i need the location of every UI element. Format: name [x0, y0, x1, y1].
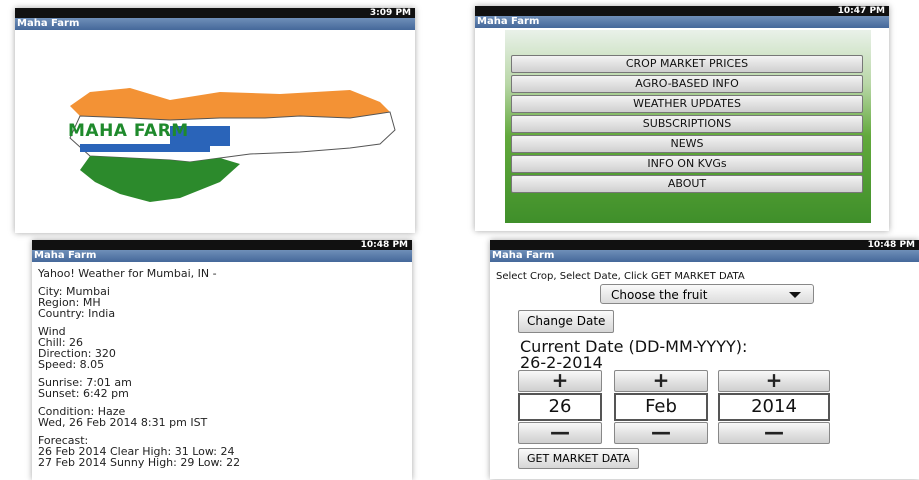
weather-screen: 10:48 PM Maha Farm Yahoo! Weather for Mu… [32, 240, 412, 480]
maharashtra-map-icon [69, 88, 396, 202]
status-time: 10:48 PM [867, 240, 915, 250]
month-decrement-button[interactable]: — [614, 422, 708, 444]
weather-updates-button[interactable]: WEATHER UPDATES [511, 95, 863, 113]
about-button[interactable]: ABOUT [511, 175, 863, 193]
year-value: 2014 [718, 393, 830, 421]
app-title-bar: Maha Farm [475, 16, 889, 28]
weather-date: Wed, 26 Feb 2014 8:31 pm IST [38, 416, 208, 429]
status-time: 10:47 PM [837, 6, 885, 16]
main-menu-screen: 10:47 PM Maha Farm CROP MARKET PRICES AG… [475, 6, 889, 231]
crop-market-prices-button[interactable]: CROP MARKET PRICES [511, 55, 863, 73]
sunset: Sunset: 6:42 pm [38, 387, 129, 400]
wind-speed: Speed: 8.05 [38, 358, 105, 371]
weather-heading: Yahoo! Weather for Mumbai, IN - [38, 267, 217, 280]
app-title: Maha Farm [17, 18, 80, 29]
month-value: Feb [614, 393, 708, 421]
subscriptions-button[interactable]: SUBSCRIPTIONS [511, 115, 863, 133]
fruit-select[interactable]: Choose the fruit [600, 284, 814, 304]
app-title-bar: Maha Farm [32, 250, 412, 262]
info-on-kvgs-button[interactable]: INFO ON KVGs [511, 155, 863, 173]
app-title-bar: Maha Farm [490, 250, 919, 262]
status-bar: 10:48 PM [32, 240, 412, 250]
change-date-button[interactable]: Change Date [518, 310, 615, 333]
main-menu: CROP MARKET PRICES AGRO-BASED INFO WEATH… [511, 55, 863, 195]
status-bar: 10:48 PM [490, 240, 919, 250]
status-bar: 10:47 PM [475, 6, 889, 16]
status-time: 3:09 PM [369, 8, 411, 18]
agro-based-info-button[interactable]: AGRO-BASED INFO [511, 75, 863, 93]
year-decrement-button[interactable]: — [718, 422, 830, 444]
app-title: Maha Farm [477, 16, 540, 27]
day-decrement-button[interactable]: — [518, 422, 602, 444]
forecast-day-2: 27 Feb 2014 Sunny High: 29 Low: 22 [38, 456, 241, 469]
dropdown-arrow-icon [789, 292, 801, 298]
app-title: Maha Farm [34, 250, 97, 261]
day-increment-button[interactable]: + [518, 370, 602, 392]
news-button[interactable]: NEWS [511, 135, 863, 153]
maha-farm-logo: MAHA FARM [50, 82, 400, 202]
year-stepper: + 2014 — [718, 370, 830, 444]
status-time: 10:48 PM [360, 240, 408, 250]
weather-report: Yahoo! Weather for Mumbai, IN - City: Mu… [38, 268, 240, 468]
day-stepper: + 26 — [518, 370, 602, 444]
splash-screen: 3:09 PM Maha Farm MAHA FARM [15, 8, 415, 233]
instructions-text: Select Crop, Select Date, Click GET MARK… [496, 271, 745, 282]
fruit-select-label: Choose the fruit [611, 288, 708, 302]
month-increment-button[interactable]: + [614, 370, 708, 392]
get-market-data-button[interactable]: GET MARKET DATA [518, 448, 640, 469]
month-stepper: + Feb — [614, 370, 708, 444]
day-value: 26 [518, 393, 602, 421]
weather-country: Country: India [38, 307, 116, 320]
status-bar: 3:09 PM [15, 8, 415, 18]
logo-text: MAHA FARM [68, 121, 189, 141]
year-increment-button[interactable]: + [718, 370, 830, 392]
app-title-bar: Maha Farm [15, 18, 415, 30]
app-title: Maha Farm [492, 250, 555, 261]
market-data-screen: 10:48 PM Maha Farm Select Crop, Select D… [490, 240, 919, 479]
